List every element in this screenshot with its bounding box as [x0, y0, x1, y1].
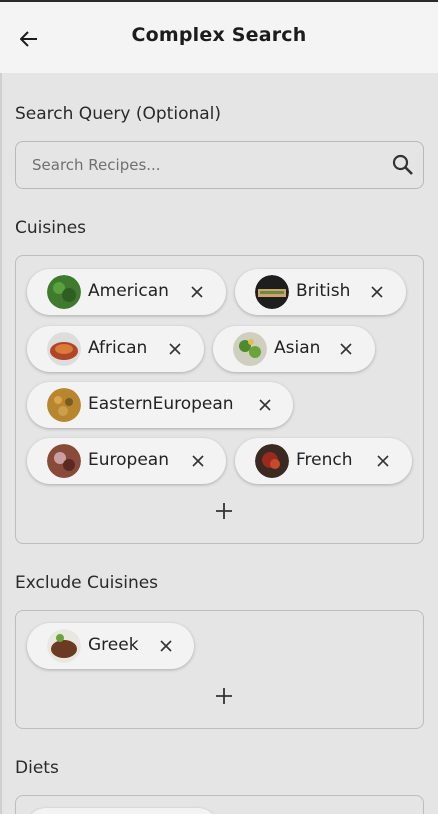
chip-label: American	[88, 281, 169, 301]
cuisine-avatar	[47, 629, 81, 663]
chip-british[interactable]: British	[235, 269, 406, 315]
chip-label: African	[88, 338, 148, 358]
chip-label: Greek	[88, 635, 139, 655]
chip-label: EasternEuropean	[88, 394, 234, 414]
diets-box	[15, 795, 424, 814]
chip-american[interactable]: American	[27, 269, 226, 315]
cuisines-box: American British African Asian EasternEu…	[15, 255, 424, 544]
chip-greek[interactable]: Greek	[27, 623, 194, 669]
close-icon[interactable]	[189, 452, 207, 470]
chip-label: Asian	[274, 338, 321, 358]
chip-african[interactable]: African	[27, 326, 204, 372]
chip-french[interactable]: French	[235, 438, 412, 484]
cuisine-avatar	[47, 275, 81, 309]
cuisine-avatar	[47, 388, 81, 422]
exclude-cuisines-label: Exclude Cuisines	[15, 573, 159, 593]
cuisine-avatar	[47, 444, 81, 478]
page-title: Complex Search	[131, 24, 307, 46]
close-icon[interactable]	[368, 283, 386, 301]
chip-label: British	[296, 281, 351, 301]
search-field[interactable]	[15, 141, 424, 189]
diets-label: Diets	[15, 758, 59, 778]
plus-icon[interactable]	[212, 684, 236, 708]
close-icon[interactable]	[166, 340, 184, 358]
close-icon[interactable]	[256, 396, 274, 414]
app-bar: Complex Search	[0, 2, 438, 73]
close-icon[interactable]	[337, 340, 355, 358]
close-icon[interactable]	[188, 283, 206, 301]
chip-label: French	[296, 450, 353, 470]
cuisine-avatar	[255, 444, 289, 478]
exclude-cuisines-box: Greek	[15, 610, 424, 729]
chip-european[interactable]: European	[27, 438, 226, 484]
search-icon[interactable]	[391, 153, 415, 177]
chip-easterneuropean[interactable]: EasternEuropean	[27, 382, 293, 428]
search-input[interactable]	[32, 142, 372, 188]
cuisine-avatar	[255, 275, 289, 309]
plus-icon[interactable]	[212, 499, 236, 523]
close-icon[interactable]	[157, 637, 175, 655]
cuisines-label: Cuisines	[15, 218, 87, 238]
cuisine-avatar	[47, 332, 81, 366]
cuisine-avatar	[233, 332, 267, 366]
diet-chip[interactable]	[26, 808, 218, 814]
chip-label: European	[88, 450, 169, 470]
search-label: Search Query (Optional)	[15, 104, 222, 124]
close-icon[interactable]	[374, 452, 392, 470]
left-edge	[0, 73, 2, 814]
chip-asian[interactable]: Asian	[213, 326, 375, 372]
